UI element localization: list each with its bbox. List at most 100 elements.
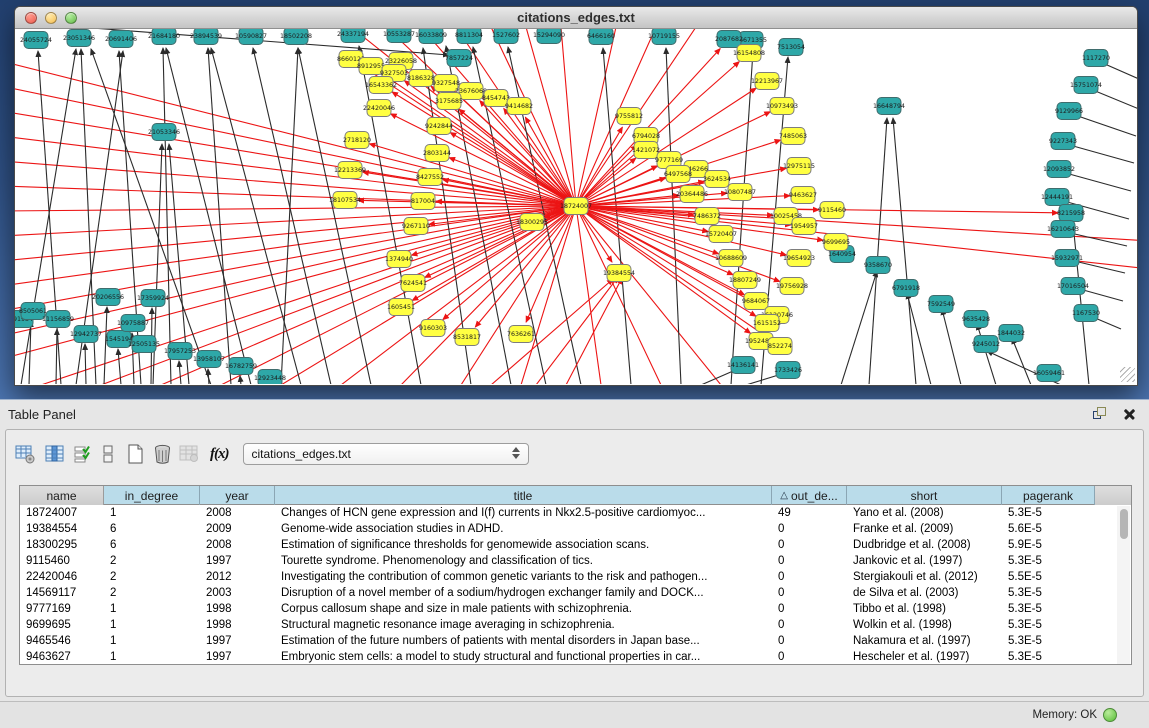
graph-node[interactable]: 19756928 — [776, 278, 808, 295]
cell-title[interactable]: Structural magnetic resonance image aver… — [275, 617, 772, 633]
graph-node[interactable]: 14136141 — [727, 357, 759, 374]
cell-year[interactable]: 2008 — [200, 537, 275, 553]
column-header-name[interactable]: name — [20, 486, 104, 505]
table-row[interactable]: 1872400712008Changes of HCN gene express… — [20, 505, 1131, 521]
graph-node[interactable]: 1421072 — [632, 142, 660, 159]
cell-year[interactable]: 1997 — [200, 649, 275, 665]
graph-node[interactable]: 20691406 — [105, 31, 137, 48]
graph-node[interactable]: 9463627 — [789, 187, 817, 204]
graph-node[interactable]: 15720407 — [705, 226, 737, 243]
graph-node[interactable]: 10807487 — [724, 184, 756, 201]
cell-pagerank[interactable]: 5.3E-5 — [1002, 633, 1095, 649]
cell-title[interactable]: Corpus callosum shape and size in male p… — [275, 601, 772, 617]
graph-node[interactable]: 7624541 — [399, 275, 427, 292]
cell-out_de[interactable]: 0 — [772, 649, 847, 665]
graph-node[interactable]: 20364486 — [676, 186, 708, 203]
table-row[interactable]: 969969511998Structural magnetic resonanc… — [20, 617, 1131, 633]
graph-node[interactable]: 8427552 — [416, 169, 444, 186]
delete-column-icon[interactable] — [152, 441, 173, 467]
cell-out_de[interactable]: 0 — [772, 553, 847, 569]
graph-node[interactable]: 12213967 — [751, 73, 783, 90]
graph-node[interactable]: 12975115 — [783, 158, 815, 175]
network-graph[interactable]: 2405572423051346206914062168418023894539… — [15, 29, 1137, 384]
graph-node[interactable]: 1374940 — [385, 251, 413, 268]
cell-title[interactable]: Changes of HCN gene expression and I(f) … — [275, 505, 772, 521]
cell-short[interactable]: Dudbridge et al. (2008) — [847, 537, 1002, 553]
graph-node[interactable]: 9129966 — [1055, 103, 1083, 120]
graph-node[interactable]: 10975887 — [117, 315, 149, 332]
graph-node[interactable]: 23051346 — [63, 30, 95, 47]
graph-node[interactable]: 6466160 — [587, 29, 615, 45]
graph-node[interactable]: 17957253 — [164, 343, 196, 360]
column-header-title[interactable]: title — [275, 486, 772, 505]
cell-out_de[interactable]: 0 — [772, 601, 847, 617]
cell-pagerank[interactable]: 5.3E-5 — [1002, 617, 1095, 633]
cell-name[interactable]: 9465546 — [20, 633, 104, 649]
graph-node[interactable]: 10590827 — [235, 29, 267, 45]
cell-short[interactable]: Yano et al. (2008) — [847, 505, 1002, 521]
graph-node[interactable]: 8186328 — [407, 70, 435, 87]
graph-node[interactable]: 1615152 — [753, 315, 781, 332]
cell-pagerank[interactable]: 5.9E-5 — [1002, 537, 1095, 553]
cell-name[interactable]: 22420046 — [20, 569, 104, 585]
network-canvas[interactable]: 2405572423051346206914062168418023894539… — [15, 29, 1137, 384]
cell-name[interactable]: 9463627 — [20, 649, 104, 665]
cell-in_degree[interactable]: 2 — [104, 553, 200, 569]
row-selection-icon[interactable] — [74, 441, 91, 467]
graph-node[interactable]: 24337194 — [337, 29, 369, 43]
graph-node[interactable]: 9115460 — [818, 202, 846, 219]
graph-node[interactable]: 1733426 — [774, 362, 802, 379]
cell-in_degree[interactable]: 2 — [104, 585, 200, 601]
table-selector[interactable]: citations_edges.txt — [243, 443, 529, 465]
cell-short[interactable]: Franke et al. (2009) — [847, 521, 1002, 537]
cell-short[interactable]: Wolkin et al. (1998) — [847, 617, 1002, 633]
cell-in_degree[interactable]: 1 — [104, 649, 200, 665]
close-panel-icon[interactable] — [1122, 406, 1137, 421]
scrollbar-thumb[interactable] — [1120, 509, 1128, 539]
graph-node[interactable]: 15751074 — [1070, 77, 1102, 94]
table-row[interactable]: 1830029562008Estimation of significance … — [20, 537, 1131, 553]
graph-node[interactable]: 3175685 — [435, 93, 463, 110]
graph-node[interactable]: 16210643 — [1047, 221, 1079, 238]
function-builder-icon[interactable]: f(x) — [210, 441, 229, 467]
graph-node[interactable]: 1844032 — [997, 325, 1025, 342]
cell-in_degree[interactable]: 2 — [104, 569, 200, 585]
cell-title[interactable]: Genome-wide association studies in ADHD. — [275, 521, 772, 537]
cell-out_de[interactable]: 0 — [772, 537, 847, 553]
graph-node[interactable]: 1167530 — [1072, 305, 1100, 322]
cell-in_degree[interactable]: 6 — [104, 521, 200, 537]
graph-node[interactable]: 10553287 — [383, 29, 415, 43]
graph-node[interactable]: 8531817 — [453, 329, 481, 346]
cell-out_de[interactable]: 0 — [772, 633, 847, 649]
graph-node[interactable]: 24055724 — [20, 32, 52, 49]
graph-node[interactable]: 10719155 — [648, 29, 680, 45]
cell-in_degree[interactable]: 1 — [104, 601, 200, 617]
graph-node[interactable]: 8811304 — [455, 29, 483, 44]
table-row[interactable]: 977716911998Corpus callosum shape and si… — [20, 601, 1131, 617]
column-visibility-icon[interactable] — [44, 441, 66, 467]
cell-in_degree[interactable]: 1 — [104, 633, 200, 649]
graph-node[interactable]: 9414682 — [505, 98, 533, 115]
graph-node[interactable]: 10688609 — [715, 250, 747, 267]
cell-title[interactable]: Estimation of the future numbers of pati… — [275, 633, 772, 649]
table-row[interactable]: 911546021997Tourette syndrome. Phenomeno… — [20, 553, 1131, 569]
graph-node[interactable]: 9267110 — [402, 218, 430, 235]
graph-node[interactable]: 18502208 — [280, 29, 312, 45]
cell-short[interactable]: Tibbo et al. (1998) — [847, 601, 1002, 617]
graph-node[interactable]: 852274 — [768, 338, 792, 355]
cell-name[interactable]: 9777169 — [20, 601, 104, 617]
graph-node[interactable]: 9635428 — [962, 311, 990, 328]
cell-year[interactable]: 2009 — [200, 521, 275, 537]
column-header-short[interactable]: short — [847, 486, 1002, 505]
table-row[interactable]: 1456911722003Disruption of a novel membe… — [20, 585, 1131, 601]
cell-year[interactable]: 2012 — [200, 569, 275, 585]
cell-pagerank[interactable]: 5.3E-5 — [1002, 585, 1095, 601]
graph-node[interactable]: 6791918 — [892, 280, 920, 297]
graph-node[interactable]: 7513054 — [777, 39, 805, 56]
graph-node[interactable]: 8215958 — [1057, 205, 1085, 222]
cell-out_de[interactable]: 0 — [772, 569, 847, 585]
cell-year[interactable]: 1997 — [200, 633, 275, 649]
network-window[interactable]: citations_edges.txt 24055724230513462069… — [14, 6, 1138, 386]
graph-node[interactable]: 19654923 — [783, 250, 815, 267]
table-row[interactable]: 1938455462009Genome-wide association stu… — [20, 521, 1131, 537]
